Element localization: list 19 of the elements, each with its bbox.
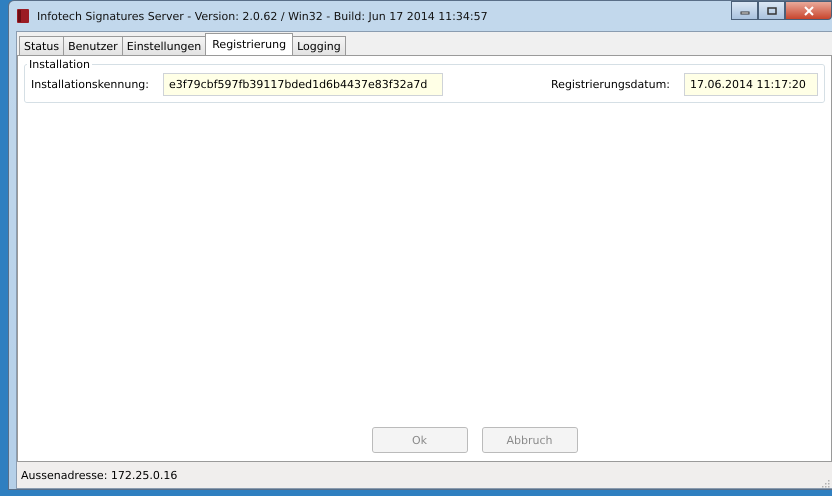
window-title: Infotech Signatures Server - Version: 2.0.62 / Win32 - Build: Jun 17 2014 11:34:57: [37, 10, 488, 22]
book-icon: [15, 8, 31, 24]
maximize-button[interactable]: [758, 1, 785, 20]
field-label: Registrierungsdatum:: [551, 78, 670, 91]
close-button[interactable]: [785, 1, 832, 20]
field-label: Installationskennung:: [31, 78, 149, 91]
input-field[interactable]: e3f79cbf597fb39117bded1d6b4437e83f32a7d: [162, 73, 443, 96]
status-text: Aussenadresse: 172.25.0.16: [21, 468, 178, 482]
maximize-icon: [766, 6, 776, 14]
group-title: Installation: [28, 58, 91, 71]
minimize-button[interactable]: [731, 1, 758, 20]
input-field[interactable]: 17.06.2014 11:17:20: [684, 73, 818, 96]
tab[interactable]: Logging: [292, 36, 346, 55]
tab[interactable]: Benutzer: [63, 36, 123, 55]
close-icon: [804, 6, 814, 16]
tab[interactable]: Registrierung: [205, 33, 294, 55]
tab[interactable]: Status: [19, 36, 64, 55]
resize-grip-icon: [820, 478, 830, 488]
tab[interactable]: Einstellungen: [122, 36, 206, 55]
